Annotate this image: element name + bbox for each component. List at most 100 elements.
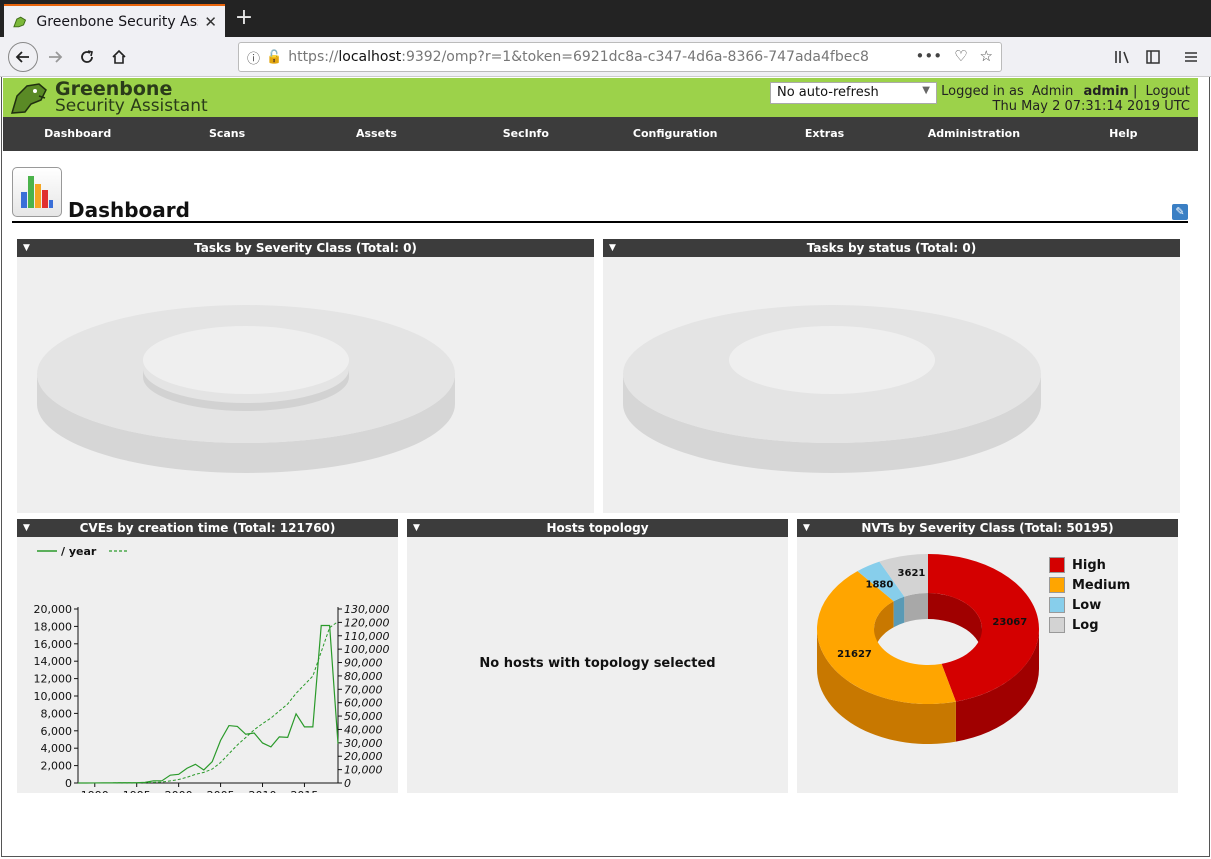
tab-title: Greenbone Security Assistant bbox=[36, 13, 198, 30]
logo-line2: Security Assistant bbox=[55, 96, 208, 116]
home-icon bbox=[112, 49, 126, 64]
nav-administration[interactable]: Administration bbox=[899, 117, 1048, 151]
separator: | bbox=[1132, 84, 1138, 99]
browser-navbar: ⓘ 🔓 https://localhost:9392/omp?r=1&token… bbox=[0, 37, 1211, 77]
nav-assets[interactable]: Assets bbox=[302, 117, 451, 151]
tab-close-icon[interactable]: ✕ bbox=[204, 13, 217, 31]
logout-link[interactable]: Logout bbox=[1145, 84, 1190, 99]
collapse-triangle-icon[interactable]: ▼ bbox=[609, 239, 616, 257]
username-link[interactable]: admin bbox=[1083, 84, 1128, 99]
y-tick-label-right: 110,000 bbox=[344, 630, 390, 643]
back-button[interactable] bbox=[8, 42, 38, 72]
no-hosts-message: No hosts with topology selected bbox=[479, 656, 716, 671]
panel-header[interactable]: ▼ Tasks by status (Total: 0) bbox=[603, 239, 1180, 257]
auto-refresh-value: No auto-refresh bbox=[777, 85, 879, 100]
new-tab-button[interactable]: + bbox=[232, 6, 256, 30]
edit-dashboard-wrench-icon[interactable]: ✎ bbox=[1172, 204, 1188, 220]
collapse-triangle-icon[interactable]: ▼ bbox=[413, 519, 420, 537]
x-tick-label: 2005 bbox=[207, 789, 235, 793]
legend-label: Medium bbox=[1072, 577, 1131, 593]
slice-label-high: 23067 bbox=[992, 617, 1027, 628]
dropdown-caret-icon: ▼ bbox=[922, 85, 930, 96]
y-tick-label-right: 80,000 bbox=[344, 670, 383, 683]
auto-refresh-select[interactable]: No auto-refresh ▼ bbox=[770, 82, 937, 104]
insecure-lock-icon[interactable]: 🔓 bbox=[266, 50, 282, 65]
legend-swatch bbox=[1049, 577, 1065, 593]
y-tick-label-right: 30,000 bbox=[344, 737, 383, 750]
y-tick-label-right: 100,000 bbox=[344, 643, 390, 656]
panel-title: Tasks by status (Total: 0) bbox=[806, 241, 977, 255]
empty-donut-chart bbox=[37, 305, 455, 473]
panel-header[interactable]: ▼ CVEs by creation time (Total: 121760) bbox=[17, 519, 398, 537]
empty-donut-chart bbox=[623, 305, 1041, 473]
collapse-triangle-icon[interactable]: ▼ bbox=[23, 239, 30, 257]
user-role: Admin bbox=[1031, 84, 1074, 99]
nav-scans[interactable]: Scans bbox=[152, 117, 301, 151]
nav-configuration[interactable]: Configuration bbox=[601, 117, 750, 151]
legend-low[interactable]: Low bbox=[1049, 597, 1101, 613]
legend-medium[interactable]: Medium bbox=[1049, 577, 1130, 593]
greenbone-logo[interactable]: Greenbone Security Assistant bbox=[9, 80, 208, 116]
page-title: Dashboard bbox=[68, 198, 190, 222]
hamburger-menu-icon[interactable] bbox=[1178, 45, 1204, 69]
page-actions-icon[interactable]: ••• bbox=[916, 47, 943, 65]
browser-tabbar: Greenbone Security Assistant ✕ + bbox=[0, 0, 1211, 37]
nav-extras[interactable]: Extras bbox=[750, 117, 899, 151]
sidebar-icon[interactable] bbox=[1140, 45, 1166, 69]
y-tick-label-left: 20,000 bbox=[34, 603, 73, 616]
cve-line-chart: / year 20,000 18,000 16,000 14,000 12,000 10,0… bbox=[34, 545, 390, 793]
series-per-year bbox=[78, 624, 339, 784]
legend-log[interactable]: Log bbox=[1049, 617, 1099, 633]
legend-high[interactable]: High bbox=[1049, 557, 1106, 573]
x-tick-label: 1990 bbox=[81, 789, 109, 793]
y-tick-label-left: 8,000 bbox=[41, 707, 73, 720]
forward-button[interactable] bbox=[42, 45, 68, 69]
pocket-icon[interactable]: ♡ bbox=[954, 47, 967, 65]
y-tick-label-right: 40,000 bbox=[344, 723, 383, 736]
home-button[interactable] bbox=[106, 45, 132, 69]
browser-tab[interactable]: Greenbone Security Assistant ✕ bbox=[4, 4, 225, 37]
y-tick-label-left: 12,000 bbox=[34, 673, 73, 686]
slice-label-medium: 21627 bbox=[837, 649, 872, 660]
y-tick-label-left: 0 bbox=[65, 777, 72, 790]
legend-swatch bbox=[1049, 617, 1065, 633]
reload-button[interactable] bbox=[74, 45, 100, 69]
y-tick-label-right: 60,000 bbox=[344, 697, 383, 710]
nav-dashboard[interactable]: Dashboard bbox=[3, 117, 152, 151]
y-tick-label-right: 20,000 bbox=[344, 750, 383, 763]
back-arrow-icon bbox=[15, 51, 29, 63]
y-tick-label-right: 50,000 bbox=[344, 710, 383, 723]
panel-title: Hosts topology bbox=[546, 521, 649, 535]
y-tick-label-left: 2,000 bbox=[41, 760, 73, 773]
library-icon[interactable] bbox=[1110, 45, 1136, 69]
main-navigation: Dashboard Scans Assets SecInfo Configura… bbox=[3, 117, 1198, 151]
panel-title: NVTs by Severity Class (Total: 50195) bbox=[861, 521, 1114, 535]
bookmark-star-icon[interactable]: ☆ bbox=[980, 47, 993, 65]
panel-header[interactable]: ▼ Tasks by Severity Class (Total: 0) bbox=[17, 239, 594, 257]
series-cumulative bbox=[77, 621, 339, 784]
nav-secinfo[interactable]: SecInfo bbox=[451, 117, 600, 151]
legend-swatch bbox=[1049, 597, 1065, 613]
x-tick-label: 2000 bbox=[165, 789, 193, 793]
info-icon[interactable]: ⓘ bbox=[247, 48, 260, 67]
panel-header[interactable]: ▼ NVTs by Severity Class (Total: 50195) bbox=[797, 519, 1178, 537]
panel-nvts-severity: ▼ NVTs by Severity Class (Total: 50195) … bbox=[797, 519, 1178, 793]
collapse-triangle-icon[interactable]: ▼ bbox=[23, 519, 30, 537]
y-tick-label-left: 6,000 bbox=[41, 725, 73, 738]
title-divider bbox=[12, 221, 1188, 223]
panel-title: Tasks by Severity Class (Total: 0) bbox=[194, 241, 417, 255]
slice-label-log: 3621 bbox=[898, 568, 926, 579]
url-bar[interactable]: ⓘ 🔓 https://localhost:9392/omp?r=1&token… bbox=[238, 42, 1002, 72]
x-tick-label: 2015 bbox=[290, 789, 318, 793]
collapse-triangle-icon[interactable]: ▼ bbox=[803, 519, 810, 537]
nvt-donut-chart: 23067 21627 1880 3621 bbox=[817, 554, 1039, 744]
x-tick-label: 2010 bbox=[249, 789, 277, 793]
nav-help[interactable]: Help bbox=[1049, 117, 1198, 151]
y-tick-label-right: 70,000 bbox=[344, 683, 383, 696]
legend-label-year: / year bbox=[61, 545, 97, 558]
panel-header[interactable]: ▼ Hosts topology bbox=[407, 519, 788, 537]
url-actions: ••• ♡ ☆ bbox=[916, 47, 993, 65]
login-info: Logged in as Admin admin | Logout Thu Ma… bbox=[941, 84, 1190, 114]
server-datetime: Thu May 2 07:31:14 2019 UTC bbox=[992, 99, 1190, 114]
url-text: https://localhost:9392/omp?r=1&token=692… bbox=[288, 49, 869, 65]
